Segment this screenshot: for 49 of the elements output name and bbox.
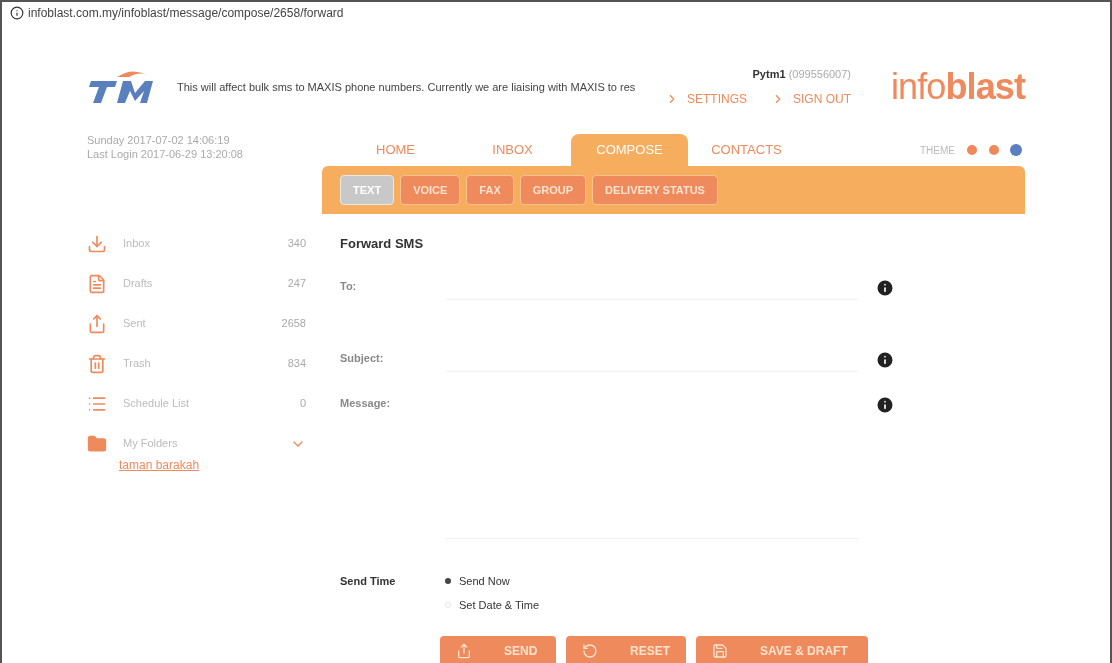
info-icon [10, 6, 24, 20]
info-icon [875, 394, 895, 415]
sidebar-item[interactable]: Drafts 247 [87, 263, 322, 304]
folder-icon [87, 433, 107, 454]
info-icon [875, 277, 895, 298]
theme-label: THEME [920, 143, 955, 158]
nav-tab[interactable]: INBOX [454, 134, 571, 166]
radio-option[interactable]: Set Date & Time [445, 597, 540, 614]
action-button[interactable]: RESET [566, 635, 686, 663]
share-icon [456, 642, 472, 659]
sub-tab[interactable]: FAX [466, 175, 514, 205]
action-button[interactable]: SEND [440, 635, 556, 663]
date-text: Sunday 2017-07-02 14:06:19 [87, 134, 231, 148]
theme-swatch[interactable] [967, 145, 977, 155]
save-icon [712, 642, 728, 659]
field-label: To: [340, 278, 358, 294]
theme-swatch[interactable] [989, 145, 999, 155]
nav-tab[interactable]: HOME [337, 134, 454, 166]
document-icon [87, 273, 107, 294]
share-icon [87, 313, 107, 334]
reset-icon [582, 642, 598, 659]
brand-logo: infoblast [891, 69, 1025, 105]
sub-tab[interactable]: VOICE [400, 175, 461, 205]
nav-tab[interactable]: CONTACTS [688, 134, 805, 166]
radio-option[interactable]: Send Now [445, 572, 540, 589]
sidebar-item[interactable]: Trash 834 [87, 343, 322, 384]
trash-icon [87, 353, 107, 374]
header-link[interactable]: SIGN OUT [771, 90, 851, 109]
sidebar-item[interactable]: Sent 2658 [87, 303, 322, 344]
sub-tab[interactable]: GROUP [519, 175, 587, 205]
action-button[interactable]: SAVE & DRAFT [696, 635, 868, 663]
user-number: (099556007) [788, 67, 851, 80]
form-title: Forward SMS [340, 235, 425, 253]
header-link[interactable]: SETTINGS [665, 90, 747, 109]
theme-swatch[interactable] [1011, 145, 1021, 155]
send-time-label: Send Time [340, 573, 397, 589]
info-icon [875, 349, 895, 370]
user-name: Pytm1 [752, 67, 786, 80]
notice-text: This will affect bulk sms to MAXIS phone numbers. Currently we are liaising with MAXIS to res [177, 79, 636, 95]
last-login-text: Last Login 2017-06-29 13:20:08 [87, 147, 244, 162]
folder-link[interactable]: taman barakah [119, 455, 200, 474]
download-icon [87, 233, 107, 254]
sidebar-item[interactable]: Schedule List 0 [87, 383, 322, 424]
nav-tab[interactable]: COMPOSE [571, 134, 688, 166]
sidebar-item[interactable]: Inbox 340 [87, 223, 322, 264]
field-label: Subject: [340, 350, 385, 366]
url-text[interactable]: infoblast.com.my/infoblast/message/compose/2658/forward [28, 4, 344, 22]
field-label: Message: [340, 395, 392, 411]
sub-tab[interactable]: DELIVERY STATUS [592, 175, 718, 205]
